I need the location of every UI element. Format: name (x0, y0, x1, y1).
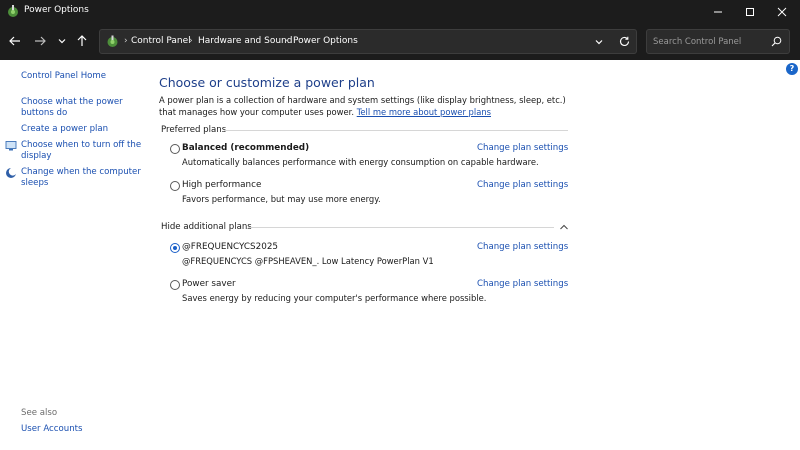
intro-paragraph: A power plan is a collection of hardware… (159, 95, 579, 118)
see-also-label: See also (21, 408, 58, 418)
plan-desc-high-performance: Favors performance, but may use more ene… (182, 194, 381, 204)
breadcrumb-separator-icon: › (284, 36, 288, 46)
hide-additional-plans-toggle[interactable]: Hide additional plans (161, 222, 252, 232)
search-icon[interactable] (771, 36, 782, 47)
close-button[interactable] (767, 0, 797, 23)
power-options-window: Power Options › Control Panel › Hardware… (0, 0, 800, 450)
plan-desc-frequencycs2025: @FREQUENCYCS @FPSHEAVEN_. Low Latency Po… (182, 256, 434, 266)
maximize-button[interactable] (735, 0, 765, 23)
arrow-up-icon (77, 35, 87, 46)
search-box[interactable] (646, 29, 790, 54)
sidebar-user-accounts[interactable]: User Accounts (21, 424, 83, 435)
breadcrumb-hardware-and-sound[interactable]: Hardware and Sound (198, 36, 292, 46)
close-icon (777, 7, 787, 16)
plan-name-balanced[interactable]: Balanced (recommended) (182, 143, 309, 153)
arrow-right-icon (35, 36, 46, 46)
control-panel-icon (107, 35, 118, 47)
section-divider (224, 130, 568, 131)
breadcrumb-power-options[interactable]: Power Options (293, 36, 358, 46)
minimize-button[interactable] (703, 0, 733, 23)
forward-button[interactable] (31, 32, 49, 50)
sidebar-item-create-plan[interactable]: Create a power plan (21, 124, 108, 135)
minimize-icon (714, 11, 722, 12)
sidebar-item-label: Choose when to turn off the (21, 140, 142, 150)
plan-desc-power-saver: Saves energy by reducing your computer's… (182, 293, 487, 303)
sidebar-item-label: buttons do (21, 108, 68, 118)
address-dropdown-icon[interactable] (593, 36, 605, 48)
chevron-up-icon[interactable] (559, 223, 569, 231)
sidebar-item-label: sleeps (21, 178, 49, 188)
sidebar-control-panel-home[interactable]: Control Panel Home (21, 71, 106, 82)
more-info-link[interactable]: Tell me more about power plans (357, 107, 491, 117)
preferred-plans-heading: Preferred plans (161, 125, 227, 135)
power-options-icon (8, 5, 18, 17)
plan-desc-balanced: Automatically balances performance with … (182, 157, 539, 167)
back-button[interactable] (6, 32, 24, 50)
plan-name-high-performance[interactable]: High performance (182, 180, 261, 190)
title-bar: Power Options (0, 0, 800, 23)
radio-high-performance[interactable] (170, 181, 180, 191)
sidebar-item-label: Change when the computer (21, 167, 141, 177)
up-button[interactable] (73, 32, 91, 50)
radio-power-saver[interactable] (170, 280, 180, 290)
help-icon[interactable]: ? (786, 63, 798, 75)
change-plan-settings-power-saver[interactable]: Change plan settings (477, 279, 568, 289)
change-plan-settings-high-performance[interactable]: Change plan settings (477, 180, 568, 190)
sidebar-item-sleep[interactable]: Change when the computer sleeps (21, 167, 141, 189)
sidebar-item-display-off[interactable]: Choose when to turn off the display (21, 140, 141, 162)
maximize-icon (746, 7, 754, 16)
window-title: Power Options (24, 5, 89, 15)
page-title: Choose or customize a power plan (159, 75, 375, 90)
plan-name-frequencycs2025[interactable]: @FREQUENCYCS2025 (182, 242, 278, 252)
display-icon (5, 141, 17, 151)
breadcrumb-control-panel[interactable]: Control Panel (131, 36, 191, 46)
change-plan-settings-frequencycs2025[interactable]: Change plan settings (477, 242, 568, 252)
breadcrumb-separator-icon: › (189, 36, 193, 46)
sidebar-item-power-buttons[interactable]: Choose what the power buttons do (21, 97, 123, 119)
moon-icon (6, 167, 17, 178)
navigation-bar: › Control Panel › Hardware and Sound › P… (0, 23, 800, 60)
section-divider (248, 227, 554, 228)
radio-balanced[interactable] (170, 144, 180, 154)
sidebar-item-label: display (21, 151, 52, 161)
address-bar[interactable]: › Control Panel › Hardware and Sound › P… (99, 29, 637, 54)
search-input[interactable] (653, 35, 768, 49)
change-plan-settings-balanced[interactable]: Change plan settings (477, 143, 568, 153)
plan-name-power-saver[interactable]: Power saver (182, 279, 236, 289)
breadcrumb-separator-icon: › (124, 36, 128, 46)
refresh-icon[interactable] (618, 35, 631, 48)
sidebar-item-label: Choose what the power (21, 97, 123, 107)
radio-frequencycs2025[interactable] (170, 243, 180, 253)
recent-locations-button[interactable] (53, 32, 71, 50)
chevron-down-icon (58, 39, 66, 44)
sidebar-item-label: Create a power plan (21, 124, 109, 134)
arrow-left-icon (9, 36, 20, 46)
